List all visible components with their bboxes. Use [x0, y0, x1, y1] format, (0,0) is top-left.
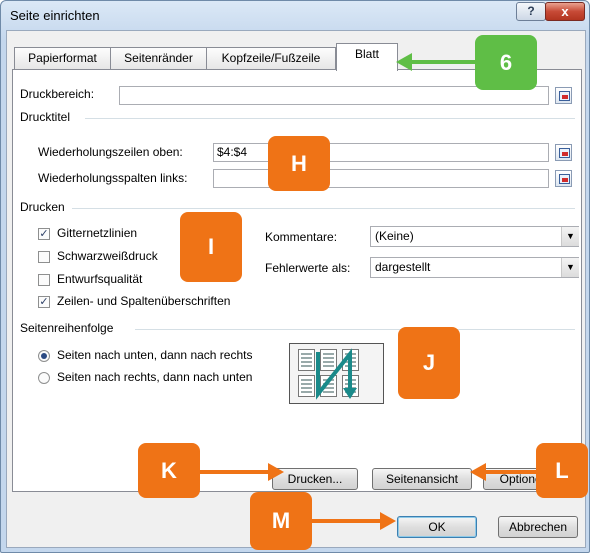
print-titles-group-label: Drucktitel — [20, 110, 71, 124]
checkbox-label-schwarzweissdruck: Schwarzweißdruck — [57, 249, 158, 263]
annotation-badge-h: H — [268, 136, 330, 191]
error-values-select[interactable]: dargestellt — [370, 257, 579, 278]
print-button[interactable]: Drucken... — [272, 468, 358, 490]
tab-papierformat[interactable]: Papierformat — [14, 47, 111, 70]
ok-button[interactable]: OK — [397, 516, 477, 538]
annotation-badge-m: M — [250, 492, 312, 550]
error-values-select-value: dargestellt — [375, 260, 431, 274]
repeat-rows-label: Wiederholungszeilen oben: — [38, 145, 183, 159]
annotation-arrow-head — [268, 463, 284, 481]
comments-select[interactable]: (Keine) — [370, 226, 579, 247]
tab-blatt[interactable]: Blatt — [336, 43, 398, 71]
radio-over-then-down[interactable] — [38, 372, 50, 384]
range-picker-icon[interactable] — [555, 144, 572, 161]
tab-kopfzeile-fusszeile[interactable]: Kopfzeile/Fußzeile — [206, 47, 336, 70]
checkbox-label-entwurfsqualitaet: Entwurfsqualität — [57, 272, 143, 286]
print-area-label: Druckbereich: — [20, 87, 95, 101]
range-picker-icon[interactable] — [555, 170, 572, 187]
repeat-rows-input[interactable]: $4:$4 — [213, 143, 549, 162]
annotation-arrow — [312, 519, 382, 523]
comments-label: Kommentare: — [265, 230, 338, 244]
dialog-title: Seite einrichten — [10, 8, 100, 23]
annotation-badge-l: L — [536, 443, 588, 498]
page-order-preview-icon — [289, 343, 384, 404]
checkbox-schwarzweissdruck[interactable] — [38, 251, 50, 263]
checkbox-zeilen-spaltenueberschriften[interactable]: ✓ — [38, 296, 50, 308]
annotation-arrow — [484, 470, 536, 474]
title-bar[interactable]: Seite einrichten — [0, 0, 588, 30]
annotation-badge-6: 6 — [475, 35, 537, 90]
repeat-cols-input[interactable] — [213, 169, 549, 188]
annotation-arrow-head — [380, 512, 396, 530]
annotation-arrow-head — [396, 53, 412, 71]
checkbox-label-gitternetzlinien: Gitternetzlinien — [57, 226, 138, 240]
print-group-label: Drucken — [20, 200, 65, 214]
checkbox-label-zeilen-spaltenueberschriften: Zeilen- und Spaltenüberschriften — [57, 294, 231, 308]
comments-select-value: (Keine) — [375, 229, 414, 243]
help-button[interactable]: ? — [516, 2, 546, 21]
checkbox-gitternetzlinien[interactable]: ✓ — [38, 228, 50, 240]
annotation-arrow — [200, 470, 270, 474]
error-values-label: Fehlerwerte als: — [265, 261, 351, 275]
repeat-cols-label: Wiederholungsspalten links: — [38, 171, 188, 185]
annotation-badge-k: K — [138, 443, 200, 498]
tab-seitenraender[interactable]: Seitenränder — [110, 47, 207, 70]
group-divider — [72, 208, 575, 209]
group-divider — [135, 329, 575, 330]
annotation-badge-i: I — [180, 212, 242, 282]
radio-down-then-over[interactable] — [38, 350, 50, 362]
annotation-badge-j: J — [398, 327, 460, 399]
chevron-down-icon[interactable]: ▼ — [561, 227, 579, 246]
annotation-arrow — [410, 60, 475, 64]
cancel-button[interactable]: Abbrechen — [498, 516, 578, 538]
chevron-down-icon[interactable]: ▼ — [561, 258, 579, 277]
radio-label-over-then-down: Seiten nach rechts, dann nach unten — [57, 370, 253, 384]
page-order-group-label: Seitenreihenfolge — [20, 321, 114, 335]
checkbox-entwurfsqualitaet[interactable] — [38, 274, 50, 286]
print-preview-button[interactable]: Seitenansicht — [372, 468, 472, 490]
order-arrow-icon — [316, 348, 357, 400]
range-picker-icon[interactable] — [555, 87, 572, 104]
annotation-arrow-head — [470, 463, 486, 481]
radio-label-down-then-over: Seiten nach unten, dann nach rechts — [57, 348, 253, 362]
group-divider — [85, 118, 575, 119]
close-button[interactable]: x — [545, 2, 585, 21]
